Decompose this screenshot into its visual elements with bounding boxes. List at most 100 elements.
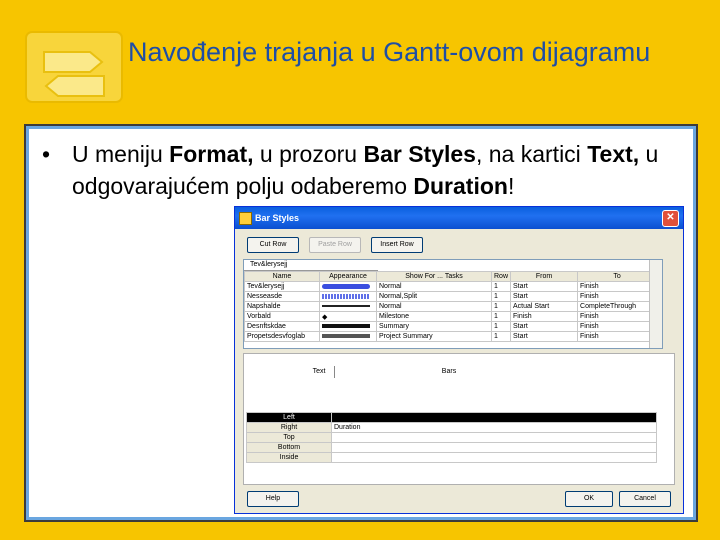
text-position-label: Inside — [246, 452, 332, 463]
cancel-button[interactable]: Cancel — [619, 491, 671, 507]
cell-to[interactable]: Finish — [577, 281, 658, 292]
cell-row[interactable]: 1 — [490, 301, 512, 312]
bar-swatch — [322, 334, 370, 339]
cell-to[interactable]: Finish — [577, 321, 658, 332]
table-row[interactable]: Propetsdesvfoglab Project Summary 1 Star… — [244, 331, 658, 342]
help-button[interactable]: Help — [247, 491, 299, 507]
cell-show[interactable]: Summary — [376, 321, 492, 332]
dialog-titlebar[interactable]: Bar Styles ✕ — [235, 207, 683, 229]
table-row[interactable]: Inside — [246, 452, 657, 463]
bullet-text-part: u prozoru — [253, 141, 364, 167]
slide-title: Navođenje trajanja u Gantt-ovom dijagram… — [128, 37, 651, 67]
bullet-text: U meniju Format, u prozoru Bar Styles, n… — [72, 138, 682, 202]
cell-show[interactable]: Project Summary — [376, 331, 492, 342]
text-value-cell[interactable] — [331, 432, 657, 443]
bullet-text-part: , na kartici — [475, 141, 588, 167]
tab-bars[interactable]: Bars — [424, 366, 474, 378]
cell-name[interactable]: Vorbald — [244, 311, 320, 322]
text-value-cell[interactable] — [331, 412, 657, 423]
bar-styles-dialog: Bar Styles ✕ Cut Row Paste Row Insert Ro… — [234, 206, 684, 514]
cell-to[interactable]: Finish — [577, 291, 658, 302]
cell-row[interactable]: 1 — [490, 311, 512, 322]
text-table: Left Right Duration Top Bottom Inside — [246, 412, 657, 463]
table-header-row: Name Appearance Show For ... Tasks Row F… — [244, 271, 658, 282]
cell-from[interactable]: Actual Start — [510, 301, 579, 312]
cell-row[interactable]: 1 — [490, 331, 512, 342]
bar-styles-grid[interactable]: Tev&lerysejj Name Appearance Show For ..… — [243, 259, 663, 349]
cell-to[interactable]: CompleteThrough — [577, 301, 658, 312]
cell-from[interactable]: Finish — [510, 311, 579, 322]
cell-row[interactable]: 1 — [490, 281, 512, 292]
cell-from[interactable]: Start — [510, 291, 579, 302]
table-row[interactable]: Left — [246, 412, 657, 423]
table-row[interactable]: Vorbald ◆ Milestone 1 Finish Finish — [244, 311, 658, 322]
cell-show[interactable]: Milestone — [376, 311, 492, 322]
paste-row-button[interactable]: Paste Row — [309, 237, 361, 253]
cell-show[interactable]: Normal — [376, 281, 492, 292]
col-row[interactable]: Row — [490, 271, 512, 282]
cell-appearance[interactable]: ◆ — [319, 311, 377, 322]
cell-appearance[interactable] — [319, 301, 377, 312]
styles-table: Name Appearance Show For ... Tasks Row F… — [244, 271, 658, 342]
table-row[interactable]: Desnftskdae Summary 1 Start Finish — [244, 321, 658, 332]
cell-show[interactable]: Normal,Split — [376, 291, 492, 302]
cell-name[interactable]: Nesseasde — [244, 291, 320, 302]
cell-from[interactable]: Start — [510, 331, 579, 342]
col-from[interactable]: From — [510, 271, 579, 282]
cut-row-button[interactable]: Cut Row — [247, 237, 299, 253]
bullet-bold-barstyles: Bar Styles — [363, 141, 476, 167]
cell-show[interactable]: Normal — [376, 301, 492, 312]
text-position-label: Bottom — [246, 442, 332, 453]
col-to[interactable]: To — [577, 271, 658, 282]
table-row[interactable]: Napshalde Normal 1 Actual Start Complete… — [244, 301, 658, 312]
text-position-label: Left — [246, 412, 332, 423]
col-appearance[interactable]: Appearance — [319, 271, 377, 282]
ok-button[interactable]: OK — [565, 491, 613, 507]
cell-from[interactable]: Start — [510, 321, 579, 332]
dialog-title: Bar Styles — [255, 213, 300, 223]
cell-appearance[interactable] — [319, 331, 377, 342]
tab-panel: Text Bars Left Right Duration Top Bottom… — [243, 353, 675, 485]
cell-name[interactable]: Napshalde — [244, 301, 320, 312]
table-row[interactable]: Right Duration — [246, 422, 657, 433]
table-row[interactable]: Nesseasde Normal,Split 1 Start Finish — [244, 291, 658, 302]
bullet-dot: • — [42, 141, 51, 167]
cell-name[interactable]: Desnftskdae — [244, 321, 320, 332]
tab-text[interactable]: Text — [304, 366, 335, 378]
bullet-text-part: ! — [507, 173, 515, 199]
table-row[interactable]: Tev&lerysejj Normal 1 Start Finish — [244, 281, 658, 292]
cell-appearance[interactable] — [319, 291, 377, 302]
cell-name[interactable]: Propetsdesvfoglab — [244, 331, 320, 342]
cell-from[interactable]: Start — [510, 281, 579, 292]
cell-row[interactable]: 1 — [490, 321, 512, 332]
text-position-label: Right — [246, 422, 332, 433]
bar-swatch — [322, 305, 370, 308]
text-value-cell[interactable] — [331, 442, 657, 453]
close-icon[interactable]: ✕ — [662, 210, 679, 227]
bar-swatch — [322, 293, 370, 299]
table-row[interactable]: Bottom — [246, 442, 657, 453]
bullet-point: • U meniju Format, u prozoru Bar Styles,… — [42, 138, 682, 202]
bullet-bold-text: Text, — [587, 141, 640, 167]
cell-appearance[interactable] — [319, 321, 377, 332]
col-name[interactable]: Name — [244, 271, 320, 282]
text-value-cell[interactable]: Duration — [331, 422, 657, 433]
grid-scrollbar[interactable] — [649, 260, 662, 348]
cell-appearance[interactable] — [319, 281, 377, 292]
insert-row-button[interactable]: Insert Row — [371, 237, 423, 253]
cell-to[interactable]: Finish — [577, 311, 658, 322]
bullet-bold-duration: Duration — [413, 173, 508, 199]
app-icon — [239, 212, 252, 225]
table-row[interactable]: Top — [246, 432, 657, 443]
current-cell-editor[interactable]: Tev&lerysejj — [244, 260, 378, 271]
cell-to[interactable]: Finish — [577, 331, 658, 342]
slide-logo — [25, 31, 123, 103]
bullet-text-part: U meniju — [72, 141, 170, 167]
bullet-bold-format: Format, — [169, 141, 254, 167]
col-show-for[interactable]: Show For ... Tasks — [376, 271, 492, 282]
cell-name[interactable]: Tev&lerysejj — [244, 281, 320, 292]
cell-row[interactable]: 1 — [490, 291, 512, 302]
bar-swatch — [322, 283, 370, 289]
text-value-cell[interactable] — [331, 452, 657, 463]
milestone-icon: ◆ — [322, 313, 328, 321]
